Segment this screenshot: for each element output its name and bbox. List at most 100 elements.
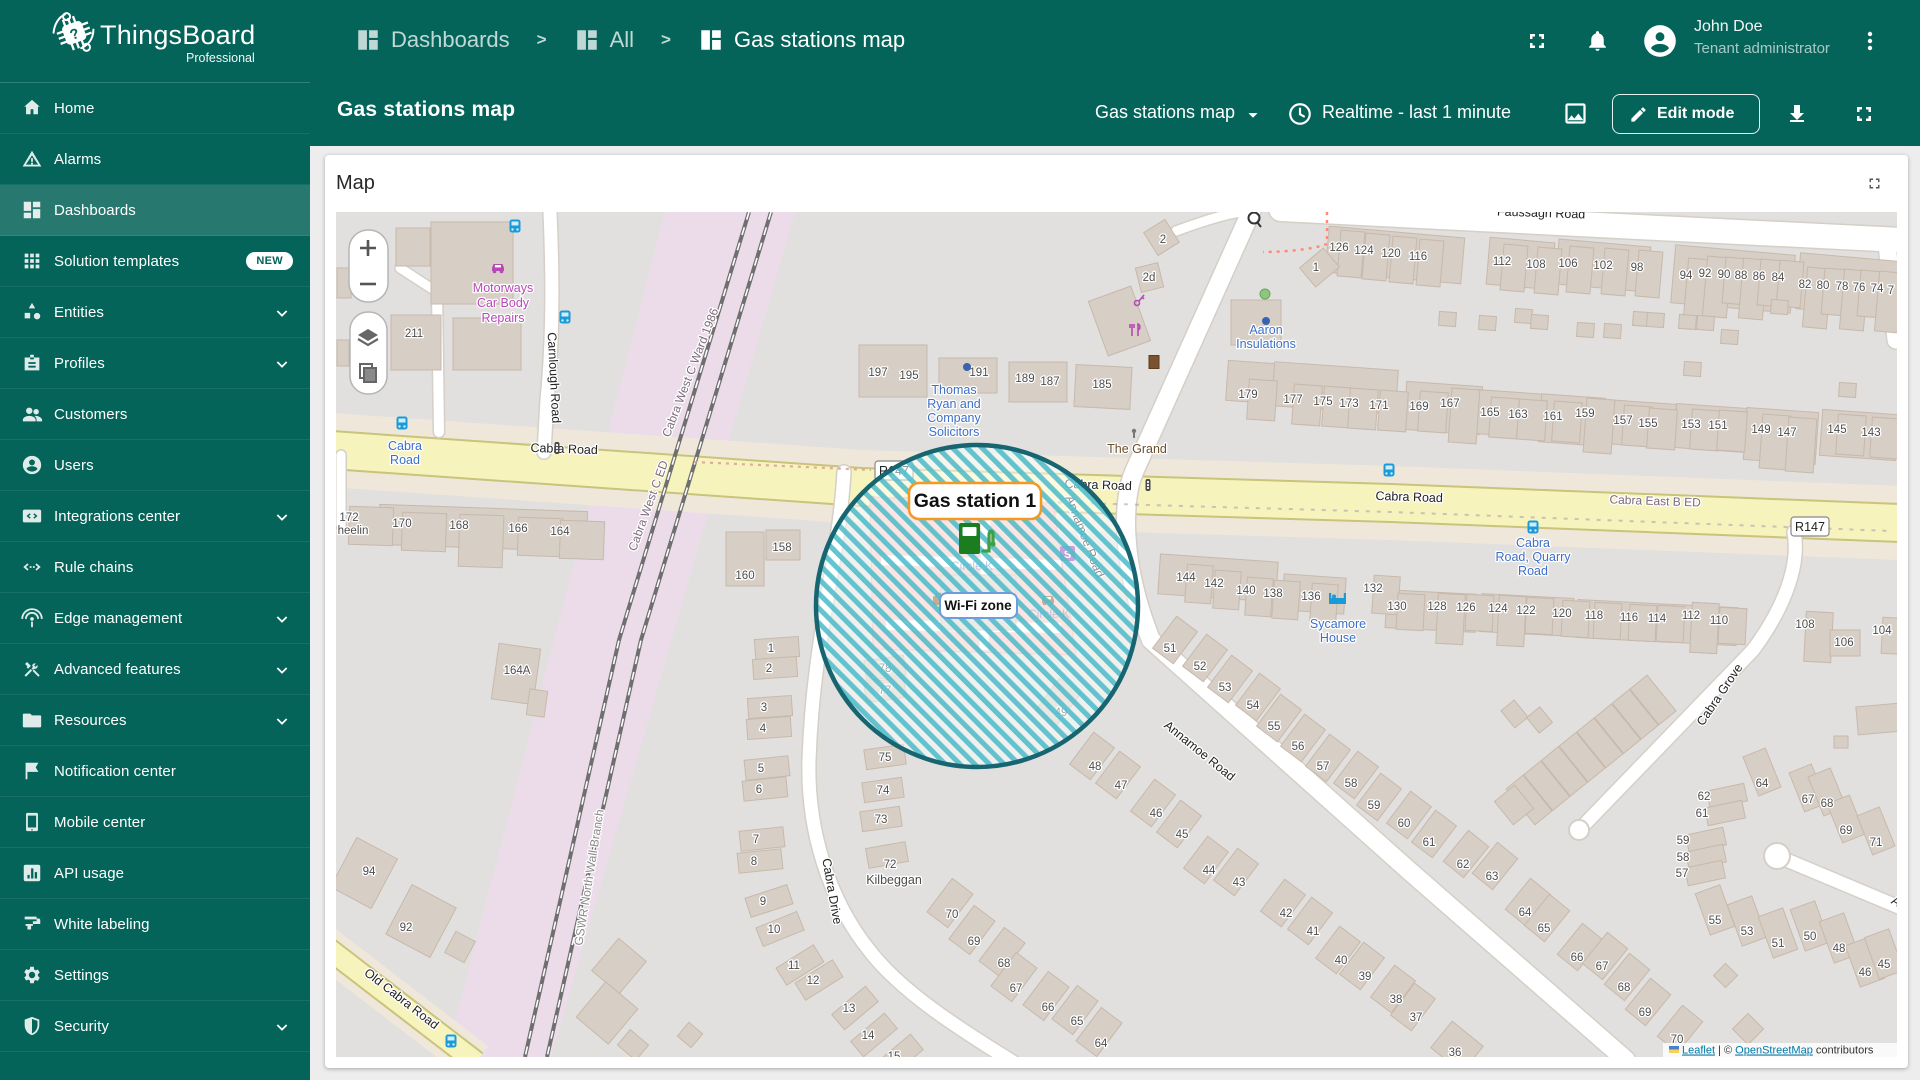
svg-text:92: 92 — [400, 922, 413, 934]
svg-text:House: House — [1320, 631, 1356, 645]
svg-text:157: 157 — [1613, 415, 1632, 427]
svg-text:Gas station 1: Gas station 1 — [914, 490, 1037, 512]
svg-text:164A: 164A — [504, 665, 531, 677]
svg-text:90: 90 — [1718, 269, 1731, 281]
svg-text:58: 58 — [1345, 778, 1358, 790]
svg-text:66: 66 — [1571, 952, 1584, 964]
svg-text:Motorways: Motorways — [473, 281, 533, 295]
svg-text:144: 144 — [1176, 572, 1196, 584]
svg-text:195: 195 — [899, 370, 918, 382]
svg-text:40: 40 — [1335, 955, 1348, 967]
svg-text:68: 68 — [1821, 798, 1834, 810]
svg-text:Road: Road — [390, 453, 420, 467]
svg-text:73: 73 — [875, 814, 888, 826]
svg-text:143: 143 — [1861, 427, 1880, 439]
svg-text:50: 50 — [1804, 931, 1817, 943]
svg-text:191: 191 — [969, 367, 988, 379]
svg-text:68: 68 — [998, 958, 1011, 970]
svg-text:82: 82 — [1799, 279, 1812, 291]
svg-text:2: 2 — [1160, 234, 1166, 246]
svg-text:69: 69 — [968, 936, 981, 948]
svg-text:Road: Road — [1518, 564, 1548, 578]
svg-text:1: 1 — [768, 643, 774, 655]
svg-text:69: 69 — [1840, 825, 1853, 837]
svg-text:86: 86 — [1753, 271, 1766, 283]
svg-text:166: 166 — [508, 523, 527, 535]
svg-text:169: 169 — [1409, 401, 1428, 413]
svg-text:57: 57 — [1317, 761, 1330, 773]
svg-text:37: 37 — [1410, 1012, 1423, 1024]
svg-text:53: 53 — [1219, 682, 1232, 694]
svg-text:1: 1 — [1313, 262, 1319, 274]
svg-text:65: 65 — [1538, 923, 1551, 935]
svg-text:10: 10 — [768, 924, 781, 936]
svg-text:147: 147 — [1777, 427, 1796, 439]
svg-text:Wi-Fi zone: Wi-Fi zone — [944, 598, 1012, 613]
svg-text:Car Body: Car Body — [477, 296, 530, 310]
svg-text:Cabra Road: Cabra Road — [1375, 489, 1443, 505]
svg-text:92: 92 — [1699, 268, 1712, 280]
svg-text:159: 159 — [1575, 408, 1594, 420]
svg-text:Insulations: Insulations — [1236, 337, 1296, 351]
svg-text:74: 74 — [877, 785, 890, 797]
svg-text:56: 56 — [1292, 741, 1305, 753]
svg-text:44: 44 — [1203, 865, 1216, 877]
svg-text:170: 170 — [392, 518, 411, 530]
svg-text:59: 59 — [1677, 835, 1690, 847]
svg-text:118: 118 — [1585, 610, 1603, 622]
svg-text:114: 114 — [1648, 613, 1667, 625]
svg-text:72: 72 — [884, 859, 897, 871]
svg-text:55: 55 — [1709, 915, 1722, 927]
svg-text:151: 151 — [1708, 420, 1727, 432]
svg-text:130: 130 — [1387, 601, 1406, 613]
svg-text:136: 136 — [1301, 591, 1320, 603]
svg-text:120: 120 — [1552, 608, 1571, 620]
svg-text:102: 102 — [1593, 260, 1612, 272]
svg-text:65: 65 — [1071, 1016, 1084, 1028]
svg-text:138: 138 — [1263, 588, 1282, 600]
svg-text:106: 106 — [1834, 637, 1853, 649]
svg-text:122: 122 — [1516, 605, 1535, 617]
svg-text:175: 175 — [1313, 396, 1332, 408]
svg-text:2: 2 — [766, 663, 772, 675]
svg-text:74: 74 — [1871, 283, 1884, 295]
svg-text:Road, Quarry: Road, Quarry — [1495, 550, 1571, 564]
svg-text:71: 71 — [1870, 837, 1883, 849]
svg-text:61: 61 — [1696, 808, 1709, 820]
svg-text:153: 153 — [1681, 419, 1700, 431]
svg-text:140: 140 — [1236, 585, 1255, 597]
svg-text:116: 116 — [1409, 251, 1427, 263]
svg-text:The Grand: The Grand — [1107, 442, 1167, 456]
svg-text:164: 164 — [550, 526, 570, 538]
svg-text:45: 45 — [1176, 829, 1189, 841]
svg-text:R147: R147 — [1795, 520, 1825, 534]
svg-text:62: 62 — [1698, 791, 1711, 803]
svg-text:76: 76 — [1853, 282, 1866, 294]
svg-text:42: 42 — [1280, 908, 1293, 920]
svg-text:116: 116 — [1620, 612, 1638, 624]
svg-text:Aaron: Aaron — [1249, 323, 1282, 337]
svg-text:124: 124 — [1354, 245, 1374, 257]
svg-text:67: 67 — [1596, 961, 1609, 973]
svg-text:Ryan and: Ryan and — [927, 397, 981, 411]
svg-text:98: 98 — [1631, 262, 1644, 274]
svg-text:57: 57 — [1676, 868, 1689, 880]
svg-text:62: 62 — [1457, 859, 1470, 871]
svg-text:94: 94 — [1680, 270, 1693, 282]
svg-text:171: 171 — [1369, 400, 1388, 412]
svg-text:53: 53 — [1741, 926, 1754, 938]
svg-text:132: 132 — [1363, 583, 1382, 595]
svg-text:51: 51 — [1164, 643, 1177, 655]
svg-text:68: 68 — [1618, 982, 1631, 994]
svg-text:7: 7 — [753, 834, 759, 846]
svg-text:75: 75 — [879, 752, 892, 764]
svg-text:47: 47 — [1115, 780, 1128, 792]
svg-text:51: 51 — [1772, 938, 1785, 950]
svg-text:158: 158 — [772, 542, 791, 554]
svg-text:67: 67 — [1010, 983, 1023, 995]
svg-text:Thomas: Thomas — [931, 383, 976, 397]
svg-text:15: 15 — [888, 1051, 901, 1057]
svg-text:64: 64 — [1095, 1038, 1108, 1050]
svg-text:126: 126 — [1456, 602, 1475, 614]
svg-text:84: 84 — [1772, 272, 1785, 284]
